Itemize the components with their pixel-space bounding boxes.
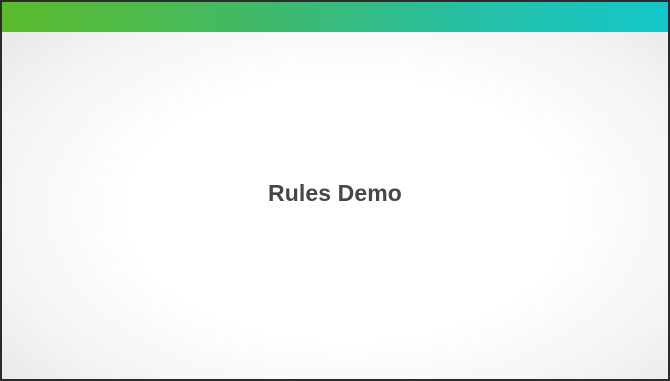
slide-header-band [2,2,668,32]
slide-title: Rules Demo [268,180,402,206]
slide-canvas: Rules Demo [0,0,670,381]
